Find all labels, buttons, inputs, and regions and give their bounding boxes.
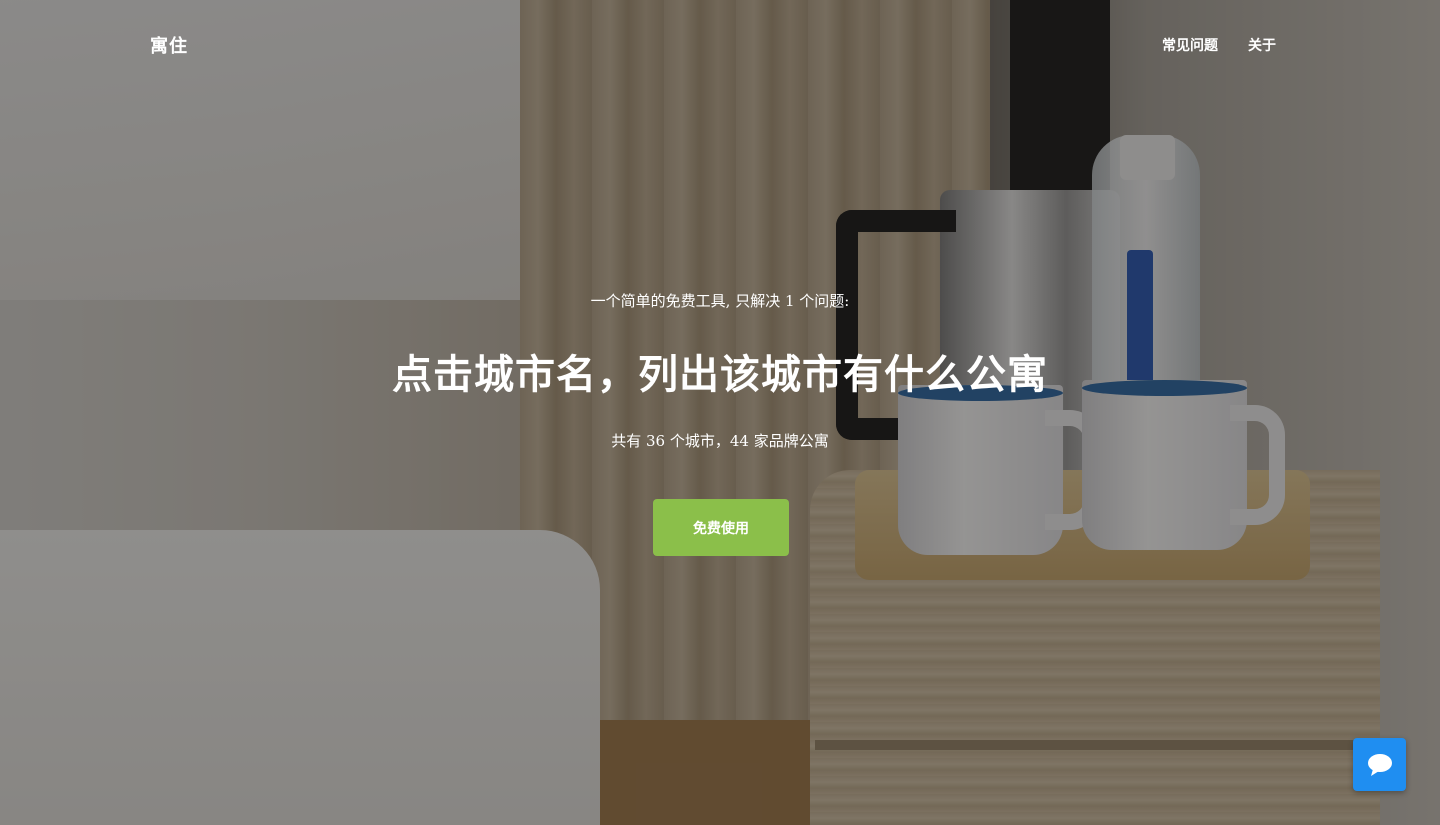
nav-link-faq[interactable]: 常见问题: [1162, 35, 1218, 55]
chat-widget-button[interactable]: [1353, 738, 1406, 791]
hero-tagline: 一个简单的免费工具, 只解决 1 个问题:: [590, 292, 850, 310]
chat-bubble-icon: [1367, 753, 1392, 776]
site-header: 寓住 常见问题 关于: [0, 0, 1440, 90]
hero-stats: 共有 36 个城市，44 家品牌公寓: [611, 432, 829, 450]
hero-section: 一个简单的免费工具, 只解决 1 个问题: 点击城市名，列出该城市有什么公寓 共…: [0, 0, 1440, 825]
site-logo[interactable]: 寓住: [150, 32, 188, 58]
hero-headline: 点击城市名，列出该城市有什么公寓: [392, 352, 1048, 398]
nav-link-about[interactable]: 关于: [1248, 35, 1276, 55]
top-nav: 常见问题 关于: [1162, 35, 1276, 55]
free-use-button[interactable]: 免费使用: [653, 499, 789, 556]
